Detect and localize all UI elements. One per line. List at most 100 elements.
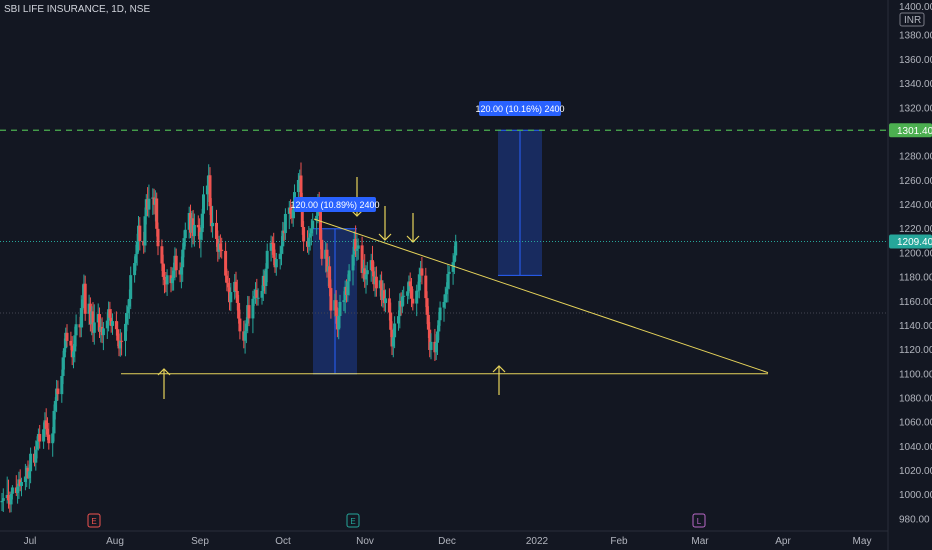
- candle-body: [384, 298, 387, 304]
- price-tick-label: 1020.00: [899, 466, 932, 477]
- candle-body: [220, 249, 224, 251]
- measure-label-1: 120.00 (10.89%) 2400: [290, 197, 380, 212]
- currency-label: INR: [904, 15, 921, 26]
- event-marker-icon: E: [87, 513, 101, 528]
- candle-body: [74, 324, 78, 336]
- measure-box-2: [498, 129, 542, 276]
- candle-body: [120, 340, 124, 342]
- candle-body: [65, 332, 69, 341]
- price-tick-label: 1320.00: [899, 103, 932, 114]
- candle-body: [29, 453, 33, 472]
- candle-body: [129, 275, 133, 299]
- price-axis-badge: 1301.40: [889, 123, 932, 138]
- down-arrow-icon: [406, 213, 420, 243]
- candle-body: [1, 498, 5, 501]
- price-tick-label: 1140.00: [899, 321, 932, 332]
- event-letter: E: [350, 517, 355, 526]
- candle-body: [438, 307, 442, 321]
- candle-body: [338, 301, 342, 317]
- price-tick-label: 1180.00: [899, 273, 932, 284]
- price-tick-label: 1100.00: [899, 369, 932, 380]
- price-tick-label: 1060.00: [899, 418, 932, 429]
- time-tick-label: Oct: [275, 536, 291, 547]
- candle-body: [302, 227, 306, 242]
- candle-body: [329, 288, 333, 311]
- price-tick-label: 1360.00: [899, 55, 932, 66]
- candle-body: [47, 434, 51, 444]
- candle-body: [111, 321, 114, 326]
- price-badge-text: 1209.40: [897, 237, 932, 248]
- candle-body: [138, 225, 142, 241]
- time-tick-label: Dec: [438, 536, 456, 547]
- candle-body: [202, 194, 205, 214]
- price-tick-label: 980.00: [899, 514, 930, 525]
- price-tick-label: 1220.00: [899, 224, 932, 235]
- candle-body: [92, 322, 96, 333]
- price-chart[interactable]: 980.00 1000.00 1020.00 1040.00 1060.00 1080.0…: [0, 0, 932, 550]
- candle-body: [238, 318, 242, 332]
- candle-body: [274, 259, 278, 268]
- time-tick-label: Aug: [106, 536, 124, 547]
- candle-body: [174, 255, 178, 271]
- candle-body: [101, 328, 105, 336]
- price-tick-label: 1240.00: [899, 200, 932, 211]
- price-tick-label: 1340.00: [899, 79, 932, 90]
- price-axis-badge: 1209.40: [889, 234, 932, 249]
- candle-body: [56, 388, 60, 395]
- candle-body: [229, 292, 233, 303]
- event-marker-icon: L: [692, 513, 706, 528]
- price-tick-label: 1080.00: [899, 393, 932, 404]
- candle-body: [365, 270, 369, 275]
- candle-body: [183, 229, 187, 239]
- measure-label-2: 120.00 (10.16%) 2400: [475, 101, 565, 116]
- time-tick-label: May: [853, 536, 872, 547]
- price-tick-label: 1280.00: [899, 152, 932, 163]
- candle-body: [147, 198, 151, 210]
- candle-body: [454, 241, 458, 256]
- time-tick-label: 2022: [526, 536, 549, 547]
- price-axis: 980.00 1000.00 1020.00 1040.00 1060.00 1080.0…: [899, 2, 932, 525]
- candle-body: [265, 250, 269, 269]
- candle-body: [211, 222, 215, 227]
- time-tick-label: Mar: [691, 536, 709, 547]
- time-tick-label: Jul: [24, 536, 37, 547]
- time-tick-label: Sep: [191, 536, 209, 547]
- candle-body: [156, 228, 160, 247]
- candle-body: [83, 283, 87, 314]
- price-tick-label: 1000.00: [899, 490, 932, 501]
- candle-body: [165, 275, 169, 285]
- measure-label-text: 120.00 (10.16%) 2400: [475, 104, 564, 114]
- candle-body: [402, 295, 406, 297]
- candle-body: [38, 434, 42, 442]
- up-arrow-icon: [157, 368, 171, 399]
- candle-body: [447, 271, 451, 274]
- price-tick-label: 1040.00: [899, 442, 932, 453]
- candle-body: [283, 213, 287, 234]
- up-arrow-icon: [492, 365, 506, 395]
- candles: [0, 162, 458, 513]
- candle-body: [320, 239, 324, 259]
- candle-body: [411, 298, 415, 304]
- candle-body: [20, 482, 23, 487]
- candle-body: [256, 297, 260, 299]
- candle-body: [374, 276, 378, 289]
- price-badge-text: 1301.40: [897, 126, 932, 137]
- time-tick-label: Nov: [356, 536, 374, 547]
- price-tick-label: 1200.00: [899, 248, 932, 259]
- candle-body: [311, 220, 315, 229]
- time-tick-label: Feb: [610, 536, 628, 547]
- measure-label-text: 120.00 (10.89%) 2400: [290, 200, 379, 210]
- price-tick-label: 1260.00: [899, 176, 932, 187]
- candle-body: [347, 270, 351, 282]
- time-tick-label: Apr: [775, 536, 791, 547]
- candle-body: [192, 224, 196, 237]
- candle-body: [356, 245, 360, 249]
- time-axis: Jul Aug Sep Oct Nov Dec 2022 Feb Mar Apr May: [24, 536, 872, 547]
- candle-body: [247, 305, 251, 319]
- candle-body: [393, 323, 397, 338]
- price-tick-label: 1380.00: [899, 31, 932, 42]
- price-tick-label: 1400.00: [899, 2, 932, 13]
- candle-body: [10, 487, 14, 494]
- candle-body: [420, 268, 424, 276]
- event-letter: E: [91, 517, 96, 526]
